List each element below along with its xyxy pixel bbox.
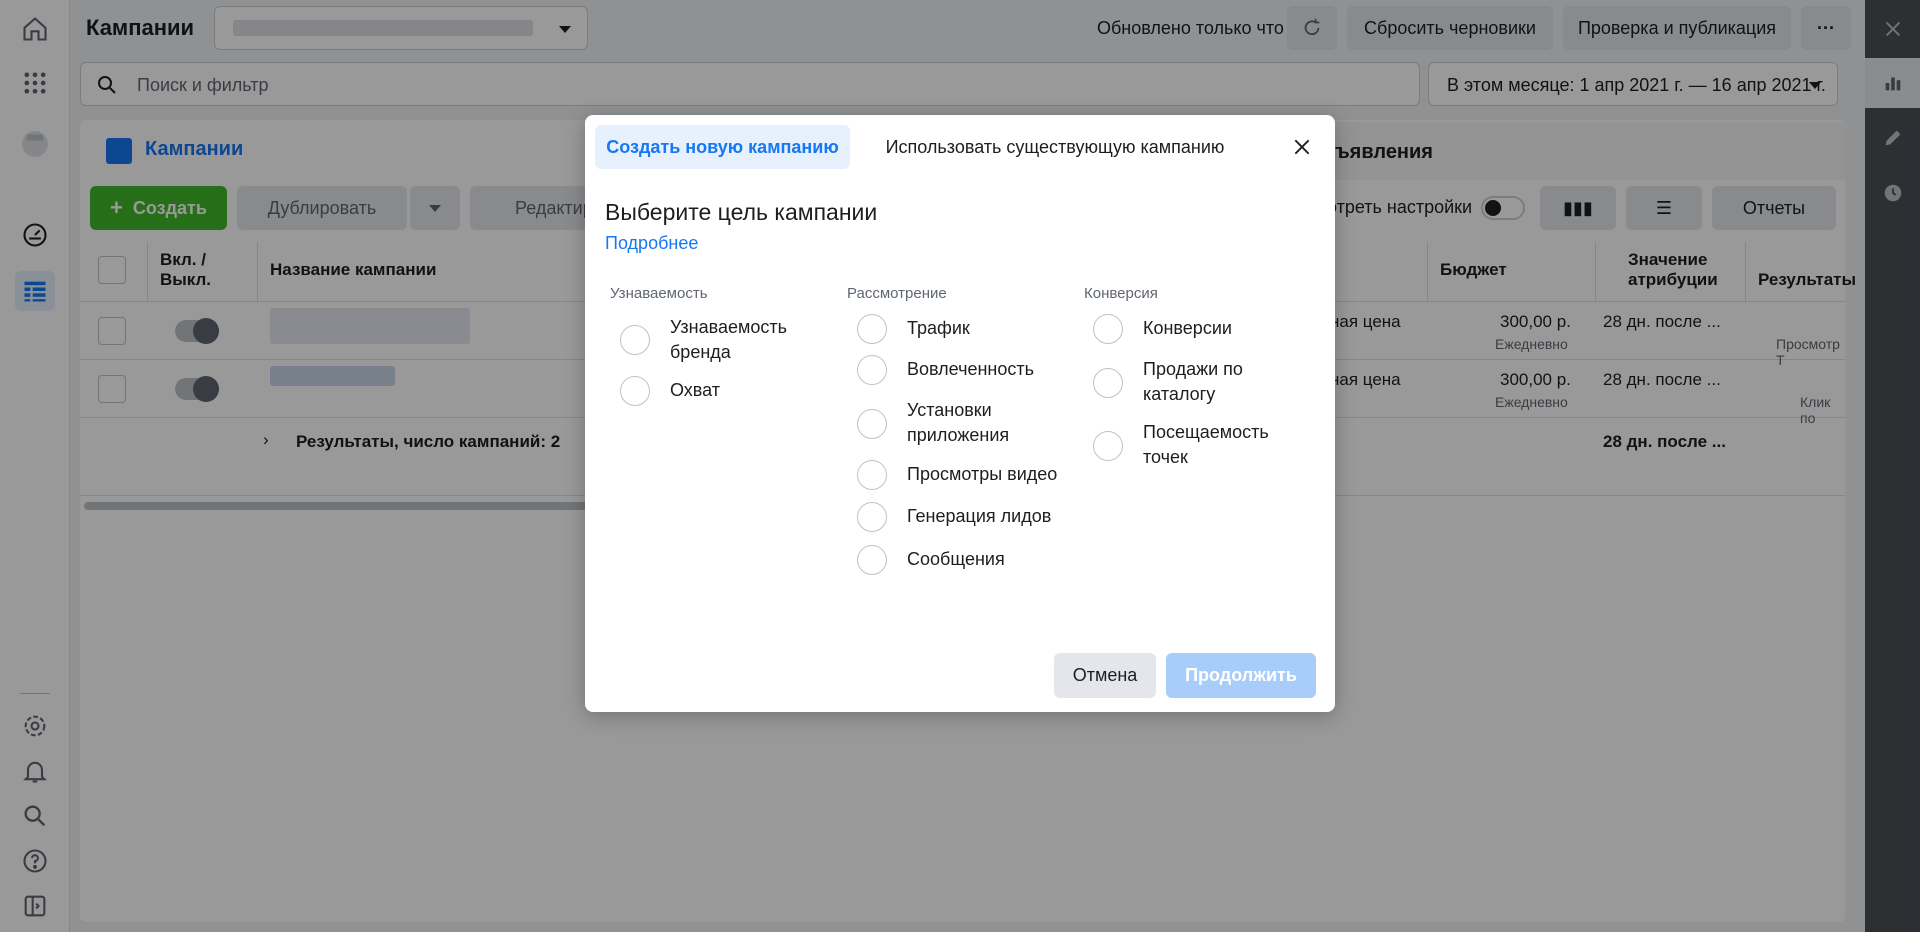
option-label: Трафик: [907, 318, 970, 338]
radio-button[interactable]: [857, 545, 887, 575]
option-label: Генерация лидов: [907, 506, 1052, 526]
objective-store-traffic[interactable]: Посещаемость точек: [1093, 420, 1288, 470]
objective-engagement[interactable]: Вовлеченность: [857, 355, 1052, 385]
radio-button[interactable]: [857, 502, 887, 532]
continue-button[interactable]: Продолжить: [1166, 653, 1316, 698]
radio-button[interactable]: [857, 460, 887, 490]
option-label: Продажи по каталогу: [1143, 359, 1243, 404]
objective-messages[interactable]: Сообщения: [857, 545, 1052, 575]
objective-traffic[interactable]: Трафик: [857, 314, 1052, 344]
dialog-heading: Выберите цель кампании: [605, 199, 878, 225]
tab-create-new-campaign[interactable]: Создать новую кампанию: [595, 125, 850, 169]
option-label: Сообщения: [907, 549, 1005, 569]
objective-app-installs[interactable]: Установки приложения: [857, 398, 1052, 448]
option-label: Конверсии: [1143, 318, 1232, 338]
radio-button[interactable]: [620, 376, 650, 406]
objective-lead-generation[interactable]: Генерация лидов: [857, 502, 1067, 532]
option-label: Установки приложения: [907, 400, 1010, 445]
tab-use-existing-campaign[interactable]: Использовать существующую кампанию: [860, 125, 1250, 169]
objective-catalog-sales[interactable]: Продажи по каталогу: [1093, 357, 1288, 407]
radio-button[interactable]: [857, 409, 887, 439]
objective-brand-awareness[interactable]: Узнаваемость бренда: [620, 315, 815, 365]
close-button[interactable]: [1285, 130, 1319, 164]
column-title-conversion: Конверсия: [1084, 285, 1158, 302]
column-title-awareness: Узнаваемость: [610, 285, 708, 302]
objective-reach[interactable]: Охват: [620, 376, 815, 406]
objective-conversions[interactable]: Конверсии: [1093, 314, 1288, 344]
close-icon: [1294, 139, 1310, 155]
objective-video-views[interactable]: Просмотры видео: [857, 460, 1067, 490]
radio-button[interactable]: [1093, 314, 1123, 344]
option-label: Узнаваемость бренда: [670, 317, 788, 362]
learn-more-link[interactable]: Подробнее: [605, 233, 698, 254]
option-label: Посещаемость точек: [1143, 422, 1269, 467]
option-label: Вовлеченность: [907, 359, 1034, 379]
option-label: Просмотры видео: [907, 464, 1058, 484]
radio-button[interactable]: [620, 325, 650, 355]
cancel-button[interactable]: Отмена: [1054, 653, 1156, 698]
radio-button[interactable]: [857, 355, 887, 385]
column-title-consideration: Рассмотрение: [847, 285, 947, 302]
option-label: Охват: [670, 380, 721, 400]
radio-button[interactable]: [857, 314, 887, 344]
radio-button[interactable]: [1093, 431, 1123, 461]
radio-button[interactable]: [1093, 368, 1123, 398]
campaign-objective-dialog: Создать новую кампанию Использовать суще…: [585, 115, 1335, 712]
